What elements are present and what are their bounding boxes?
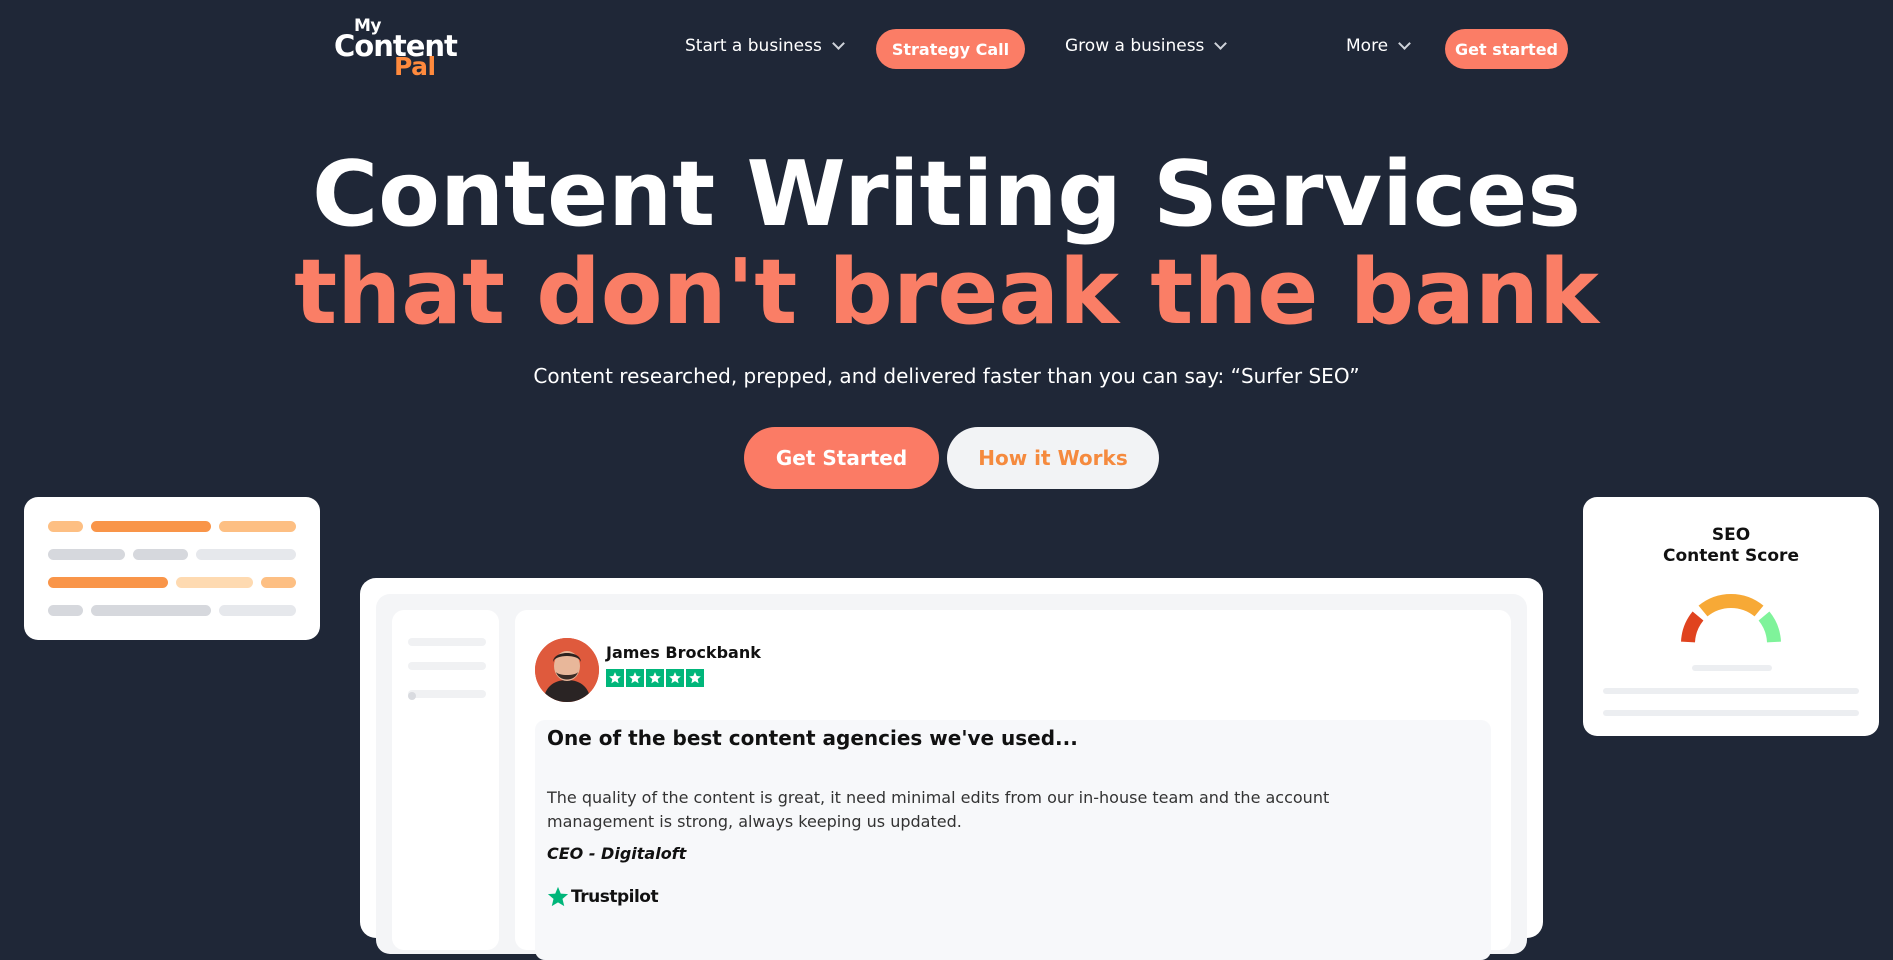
decor-bar [261, 577, 296, 588]
decor-bar [196, 549, 296, 560]
decor-bar [133, 549, 188, 560]
trustpilot-star-icon [547, 886, 569, 907]
person-avatar-icon [535, 638, 599, 702]
decor-bar [48, 549, 125, 560]
get-started-button[interactable]: Get Started [744, 427, 939, 489]
nav-start-business[interactable]: Start a business [685, 36, 845, 56]
star-icon [666, 669, 684, 687]
seo-score-card: SEO Content Score [1583, 497, 1879, 736]
testimonial-inner: James Brockbank One of the best content … [376, 594, 1527, 960]
nav-grow-business[interactable]: Grow a business [1065, 36, 1228, 56]
hero-subtitle: Content researched, prepped, and deliver… [533, 364, 1360, 388]
star-icon [686, 669, 704, 687]
reviewer-name: James Brockbank [606, 643, 761, 662]
decor-bar [219, 521, 296, 532]
get-started-nav-button[interactable]: Get started [1445, 29, 1568, 69]
logo-text-pal: Pal [394, 52, 436, 81]
decor-bar [48, 577, 168, 588]
seo-title-line2: Content Score [1663, 546, 1799, 566]
decor-bar [48, 521, 83, 532]
testimonial-frame: James Brockbank One of the best content … [360, 578, 1543, 960]
review-body: The quality of the content is great, it … [547, 788, 1330, 831]
chevron-down-icon [1214, 37, 1228, 50]
side-placeholder-line [408, 662, 486, 670]
decor-bar [91, 605, 211, 616]
site-logo[interactable]: My Content Pal [334, 16, 458, 82]
star-icon [626, 669, 644, 687]
decor-bar [176, 577, 253, 588]
how-it-works-button[interactable]: How it Works [947, 427, 1159, 489]
star-rating [606, 669, 704, 687]
decor-bar [48, 605, 83, 616]
star-icon [646, 669, 664, 687]
hero-title-line1: Content Writing Services [312, 142, 1581, 247]
seo-placeholder-line [1603, 710, 1859, 716]
chevron-down-icon [1398, 37, 1412, 50]
chevron-down-icon [831, 37, 845, 50]
avatar [535, 638, 599, 702]
content-outline-illustration [24, 497, 320, 640]
seo-placeholder-line [1692, 665, 1772, 671]
hero-title-line2: that don't break the bank [294, 240, 1599, 345]
trustpilot-logo[interactable]: Trustpilot [547, 886, 659, 908]
review-card: James Brockbank One of the best content … [515, 610, 1511, 960]
nav-start-business-label: Start a business [685, 36, 822, 56]
decor-bar [91, 521, 211, 532]
nav-more[interactable]: More [1346, 36, 1412, 56]
seo-placeholder-line [1603, 688, 1859, 694]
nav-more-label: More [1346, 36, 1389, 56]
review-title: One of the best content agencies we've u… [547, 726, 1078, 750]
side-placeholder-line [408, 638, 486, 646]
trustpilot-label: Trustpilot [571, 887, 659, 907]
seo-gauge-icon [1681, 594, 1781, 643]
review-author: CEO - Digitaloft [547, 844, 687, 863]
side-placeholder-line [408, 690, 486, 698]
side-panel-placeholder [392, 610, 499, 950]
star-icon [606, 669, 624, 687]
review-quote-box [535, 720, 1491, 960]
nav-grow-business-label: Grow a business [1065, 36, 1205, 56]
seo-title-line1: SEO [1711, 525, 1751, 545]
strategy-call-button[interactable]: Strategy Call [876, 29, 1025, 69]
decor-bar [219, 605, 296, 616]
seo-card-title: SEO Content Score [1583, 525, 1879, 567]
side-dot [408, 692, 416, 700]
